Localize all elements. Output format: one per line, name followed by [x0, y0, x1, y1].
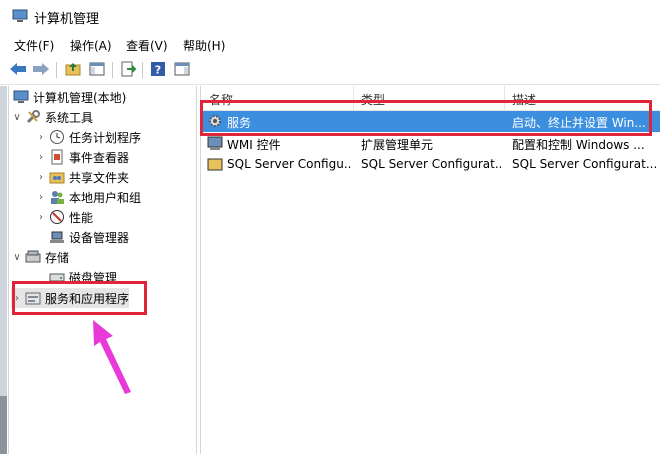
- left-scrollbar[interactable]: [0, 396, 7, 454]
- properties-pane-icon: [174, 62, 190, 76]
- show-hide-tree-button[interactable]: [88, 60, 106, 78]
- tree-label: 本地用户和组: [69, 190, 142, 205]
- up-level-button[interactable]: [64, 60, 82, 78]
- tree-item-task-scheduler[interactable]: › 任务计划程序: [35, 127, 141, 147]
- pointer-arrow-icon: [93, 320, 131, 394]
- computer-management-icon: [12, 9, 28, 22]
- highlight-box-services-apps: [12, 281, 147, 315]
- menu-help[interactable]: 帮助(H): [183, 37, 225, 54]
- window-title: 计算机管理: [34, 12, 100, 27]
- menu-bar: 文件(F) 操作(A) 查看(V) 帮助(H): [0, 33, 660, 55]
- shared-folder-icon: [49, 172, 65, 184]
- users-icon: [51, 191, 64, 204]
- tree-label: 计算机管理(本地): [33, 90, 127, 105]
- help-icon: ?: [151, 62, 165, 77]
- svg-text:?: ?: [155, 64, 161, 77]
- forward-icon: [33, 63, 49, 75]
- tree-label: 存储: [45, 250, 70, 265]
- clock-icon: [50, 130, 64, 144]
- cell-name: SQL Server Configu...: [227, 157, 351, 171]
- toolbar-separator: [56, 62, 57, 78]
- tree-item-shared-folders[interactable]: › 共享文件夹: [35, 167, 129, 187]
- back-icon: [10, 63, 26, 75]
- tools-icon: [26, 110, 40, 124]
- tree-label: 任务计划程序: [69, 130, 142, 145]
- cell-description: 配置和控制 Windows ...: [512, 138, 645, 152]
- export-list-button[interactable]: [119, 60, 137, 78]
- chevron-right-icon[interactable]: ›: [35, 212, 47, 223]
- folder-icon: [207, 158, 223, 171]
- show-hide-tree-icon: [89, 62, 105, 76]
- computer-management-icon: [13, 90, 29, 103]
- back-button[interactable]: [9, 60, 27, 78]
- storage-icon: [25, 250, 41, 263]
- wmi-control-icon: [207, 136, 223, 150]
- navigation-tree: 计算机管理(本地) ∨ 系统工具 › 任务计划程序 › 事件查看器 › 共享文件…: [8, 86, 197, 454]
- device-manager-icon: [50, 231, 64, 243]
- tree-label: 设备管理器: [69, 230, 130, 245]
- properties-pane-button[interactable]: [173, 60, 191, 78]
- tree-item-storage[interactable]: ∨ 存储: [11, 247, 69, 267]
- export-list-icon: [121, 61, 136, 77]
- up-folder-icon: [65, 63, 81, 76]
- tree-item-system-tools[interactable]: ∨ 系统工具: [11, 107, 93, 127]
- chevron-down-icon[interactable]: ∨: [11, 112, 23, 123]
- list-item-wmi[interactable]: WMI 控件 扩展管理单元 配置和控制 Windows ...: [201, 133, 660, 154]
- forward-button[interactable]: [32, 60, 50, 78]
- menu-action[interactable]: 操作(A): [70, 37, 112, 54]
- menu-view[interactable]: 查看(V): [126, 37, 168, 54]
- tree-label: 性能: [69, 210, 94, 225]
- performance-icon: [50, 210, 64, 224]
- toolbar-separator: [142, 62, 143, 78]
- tree-item-local-users[interactable]: › 本地用户和组: [35, 187, 141, 207]
- chevron-right-icon[interactable]: ›: [35, 152, 47, 163]
- details-list: 名称 类型 描述 服务 启动、终止并设置 Win... WMI 控件 扩展管理单…: [200, 86, 660, 454]
- menu-file[interactable]: 文件(F): [14, 37, 54, 54]
- cell-name: WMI 控件: [227, 138, 281, 152]
- cell-type: SQL Server Configurat...: [361, 157, 501, 171]
- chevron-down-icon[interactable]: ∨: [11, 252, 23, 263]
- title-bar: 计算机管理: [0, 0, 660, 33]
- toolbar-separator: [112, 62, 113, 78]
- chevron-right-icon[interactable]: ›: [35, 132, 47, 143]
- chevron-right-icon[interactable]: ›: [35, 192, 47, 203]
- toolbar: ?: [0, 56, 660, 85]
- highlight-box-services: [200, 100, 652, 136]
- list-item-sql-server[interactable]: SQL Server Configu... SQL Server Configu…: [201, 154, 660, 175]
- tree-item-root[interactable]: 计算机管理(本地): [11, 87, 126, 107]
- tree-item-performance[interactable]: › 性能: [35, 207, 93, 227]
- event-log-icon: [51, 149, 63, 165]
- tree-label: 系统工具: [45, 110, 94, 125]
- tree-item-event-viewer[interactable]: › 事件查看器: [35, 147, 129, 167]
- tree-label: 事件查看器: [69, 150, 130, 165]
- help-button[interactable]: ?: [149, 60, 167, 78]
- cell-type: 扩展管理单元: [361, 138, 434, 152]
- cell-description: SQL Server Configurat...: [512, 157, 657, 171]
- chevron-right-icon[interactable]: ›: [35, 172, 47, 183]
- tree-label: 共享文件夹: [69, 170, 130, 185]
- tree-item-device-manager[interactable]: 设备管理器: [47, 227, 129, 247]
